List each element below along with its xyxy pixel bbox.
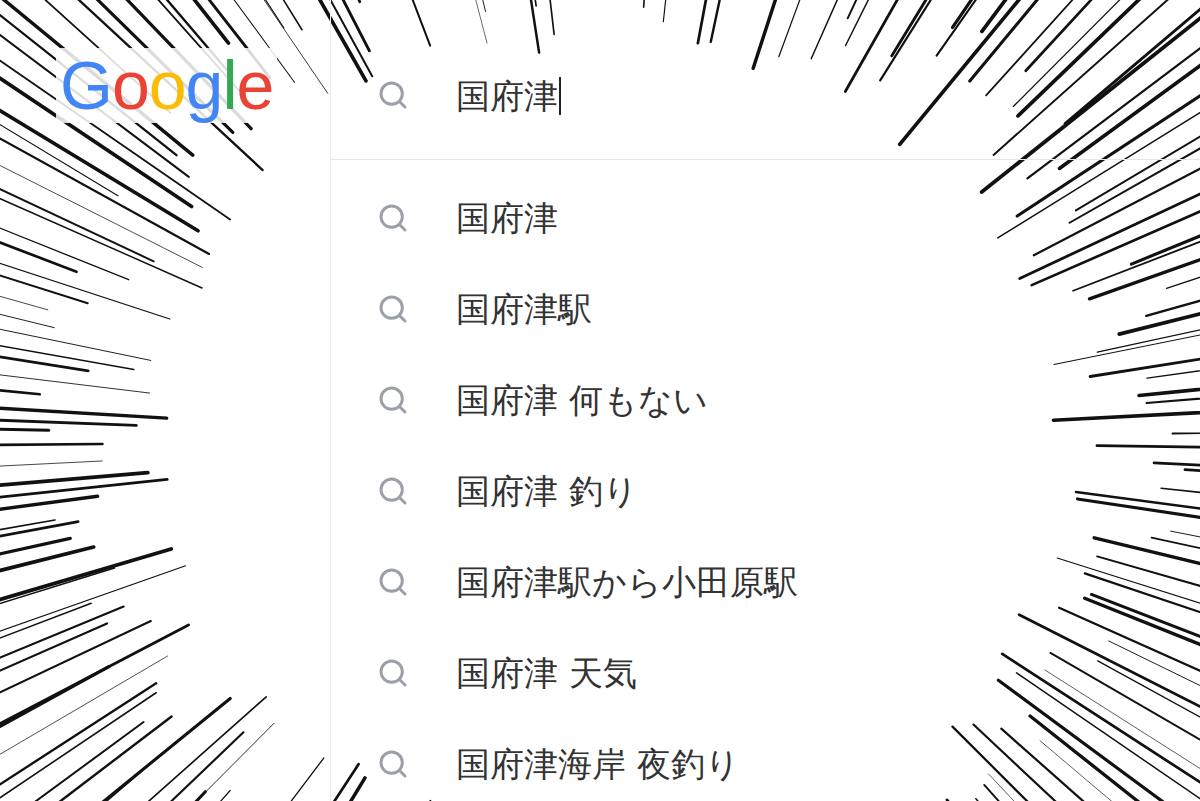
suggestion-item[interactable]: 国府津海岸 夜釣り [331, 718, 1200, 801]
suggestion-text: 国府津 [452, 196, 562, 240]
search-icon [376, 292, 410, 326]
content: Google国府津国府津国府津駅国府津 何もない国府津 釣り国府津駅から小田原駅… [0, 0, 1200, 801]
suggestion-text: 国府津 釣り [452, 469, 642, 513]
search-icon [376, 383, 410, 417]
search-icon [376, 201, 410, 235]
suggestion-item[interactable]: 国府津駅 [331, 263, 1200, 354]
suggestion-text: 国府津駅 [452, 287, 596, 331]
search-icon [376, 747, 410, 781]
suggestion-item[interactable]: 国府津駅から小田原駅 [331, 536, 1200, 627]
search-input[interactable]: 国府津 [452, 74, 565, 118]
header: Google 国府津 [0, 0, 1200, 160]
suggestion-item[interactable]: 国府津 [331, 172, 1200, 263]
search-bar[interactable]: 国府津 [330, 0, 1200, 160]
logo-box: Google [0, 0, 330, 160]
suggestion-text: 国府津 天気 [452, 651, 641, 695]
suggestion-item[interactable]: 国府津 釣り [331, 445, 1200, 536]
search-icon [376, 474, 410, 508]
search-icon [376, 565, 410, 599]
suggestion-item[interactable]: 国府津 天気 [331, 627, 1200, 718]
page: Google国府津国府津国府津駅国府津 何もない国府津 釣り国府津駅から小田原駅… [0, 0, 1200, 801]
search-icon [376, 78, 410, 112]
google-logo[interactable]: Google [56, 48, 277, 123]
suggestion-item[interactable]: 国府津 何もない [331, 354, 1200, 445]
search-icon [376, 656, 410, 690]
suggestion-text: 国府津 何もない [452, 378, 712, 422]
suggestion-text: 国府津駅から小田原駅 [452, 560, 802, 604]
suggestion-list: 国府津国府津駅国府津 何もない国府津 釣り国府津駅から小田原駅国府津 天気国府津… [330, 160, 1200, 801]
text-caret [559, 77, 561, 115]
suggestion-text: 国府津海岸 夜釣り [452, 742, 744, 786]
